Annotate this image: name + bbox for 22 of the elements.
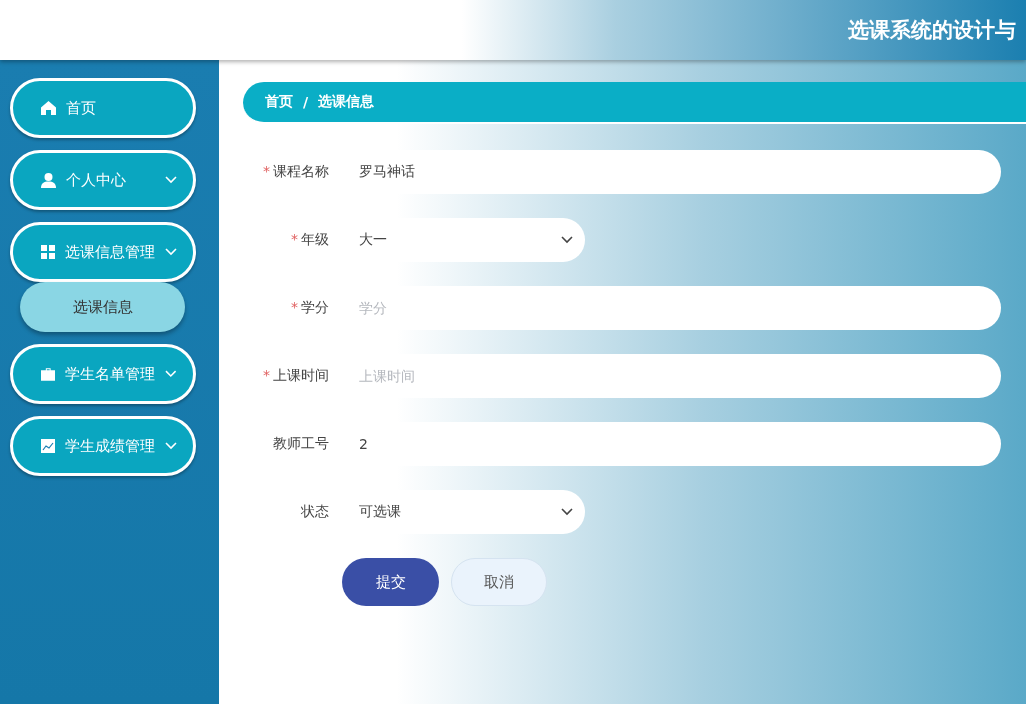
chevron-down-icon [165, 176, 177, 184]
field-label: * 年级 [290, 231, 329, 249]
cancel-button[interactable]: 取消 [451, 558, 547, 606]
home-icon [41, 101, 56, 115]
submit-button[interactable]: 提交 [342, 558, 439, 606]
breadcrumb-separator: / [303, 94, 309, 110]
system-title: 选课系统的设计与 [848, 17, 1016, 44]
field-label: * 学分 [290, 299, 329, 317]
field-label: 状态 [300, 503, 329, 521]
chevron-down-icon [561, 508, 573, 516]
chevron-down-icon [165, 442, 177, 450]
briefcase-icon [41, 367, 56, 381]
grid-icon [41, 245, 55, 259]
sidebar-submenu-item[interactable]: 选课信息 [20, 282, 185, 332]
field-label: 教师工号 [272, 435, 329, 453]
chevron-down-icon [561, 236, 573, 244]
chevron-down-icon [165, 370, 177, 378]
user-icon [41, 172, 56, 188]
field-label: * 课程名称 [262, 163, 329, 181]
chart-icon [41, 439, 55, 453]
field-label: * 上课时间 [262, 367, 329, 385]
chevron-down-icon [165, 248, 177, 256]
